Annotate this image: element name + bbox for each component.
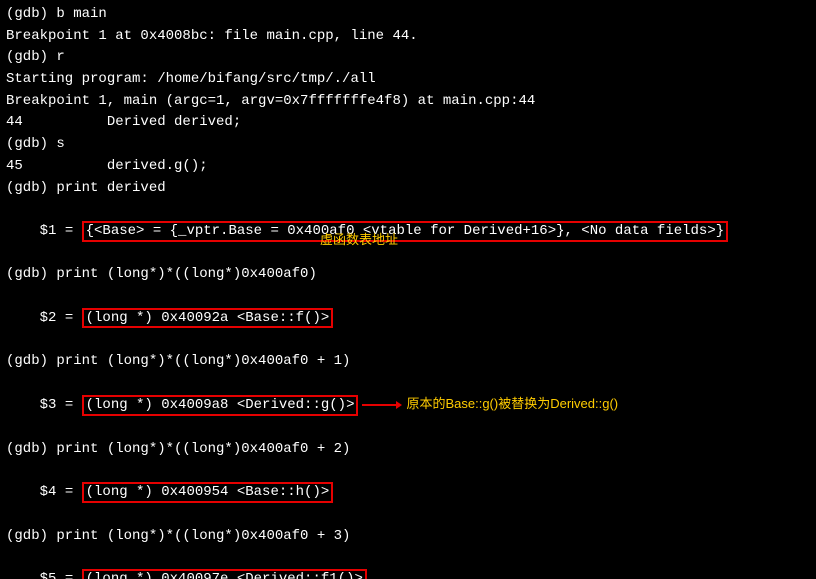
gdb-line: $5 = (long *) 0x40097e <Derived::f1()> [6, 547, 810, 579]
boxed-result: {<Base> = {_vptr.Base = 0x400af0 <vtable… [82, 221, 729, 242]
gdb-line: Breakpoint 1, main (argc=1, argv=0x7ffff… [6, 91, 810, 113]
gdb-line: (gdb) print (long*)*((long*)0x400af0 + 1… [6, 351, 810, 373]
annotation-replaced: 原本的Base::g()被替换为Derived::g() [406, 396, 618, 411]
gdb-line: (gdb) print (long*)*((long*)0x400af0 + 2… [6, 439, 810, 461]
result-prefix: $4 = [40, 484, 82, 500]
result-prefix: $5 = [40, 571, 82, 579]
gdb-line: $4 = (long *) 0x400954 <Base::h()> [6, 460, 810, 525]
boxed-result: (long *) 0x400954 <Base::h()> [82, 482, 334, 503]
gdb-line: (gdb) print (long*)*((long*)0x400af0) [6, 264, 810, 286]
gdb-line: (gdb) print derived [6, 178, 810, 200]
boxed-result: (long *) 0x4009a8 <Derived::g()> [82, 395, 359, 416]
result-prefix: $2 = [40, 310, 82, 326]
gdb-line: (gdb) r [6, 47, 810, 69]
gdb-line: $2 = (long *) 0x40092a <Base::f()> [6, 286, 810, 351]
boxed-result: (long *) 0x40092a <Base::f()> [82, 308, 334, 329]
gdb-line: Starting program: /home/bifang/src/tmp/.… [6, 69, 810, 91]
gdb-line: $1 = {<Base> = {_vptr.Base = 0x400af0 <v… [6, 199, 810, 264]
gdb-line: $3 = (long *) 0x4009a8 <Derived::g()> 原本的… [6, 373, 810, 439]
result-prefix: $1 = [40, 223, 82, 239]
arrow-right-icon [362, 395, 402, 417]
gdb-line: 44 Derived derived; [6, 112, 810, 134]
annotation-vtable-addr: 虚函数表地址 [320, 230, 398, 250]
gdb-line: Breakpoint 1 at 0x4008bc: file main.cpp,… [6, 26, 810, 48]
gdb-line: (gdb) print (long*)*((long*)0x400af0 + 3… [6, 526, 810, 548]
result-prefix: $3 = [40, 397, 82, 413]
boxed-result: (long *) 0x40097e <Derived::f1()> [82, 569, 367, 579]
gdb-line: (gdb) b main [6, 4, 810, 26]
gdb-line: 45 derived.g(); [6, 156, 810, 178]
terminal-window: 虚函数表地址 (gdb) b main Breakpoint 1 at 0x40… [0, 0, 816, 579]
gdb-line: (gdb) s [6, 134, 810, 156]
